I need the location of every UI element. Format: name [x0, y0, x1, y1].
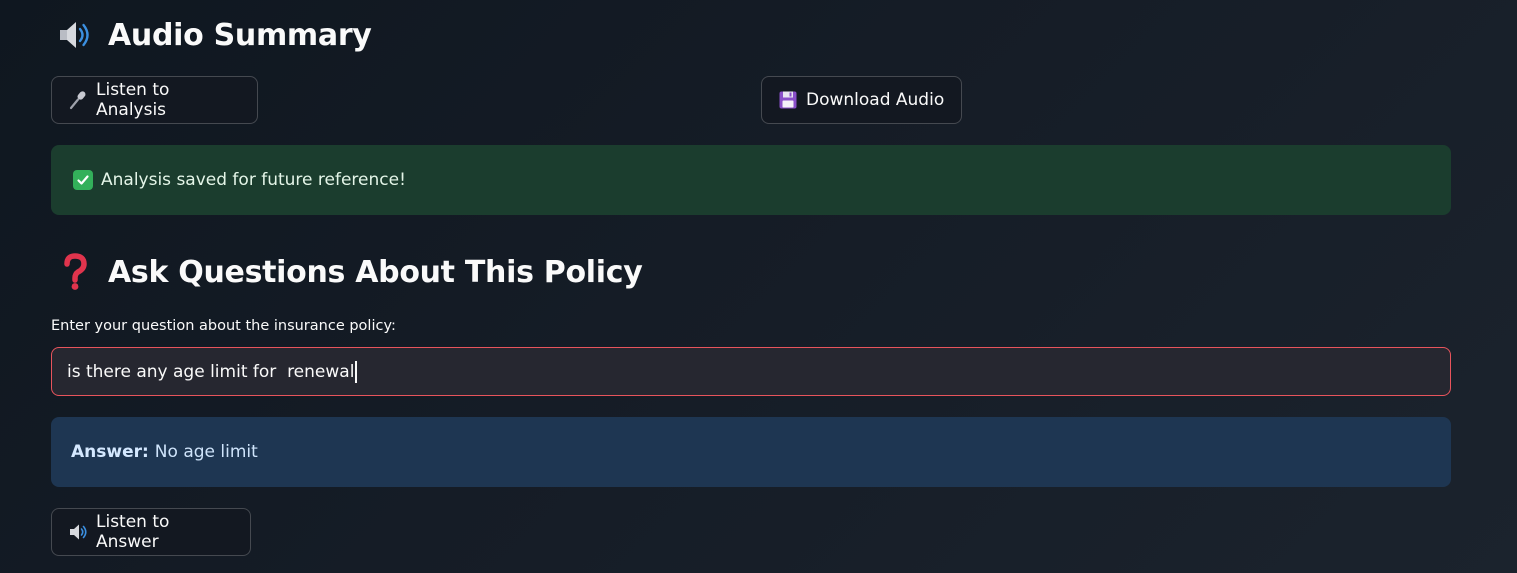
answer-box: Answer: No age limit	[51, 417, 1451, 487]
microphone-icon	[68, 90, 88, 110]
answer-text: No age limit	[154, 442, 258, 462]
success-message: Analysis saved for future reference!	[101, 170, 406, 190]
ask-questions-heading: Ask Questions About This Policy	[56, 250, 643, 294]
question-input[interactable]: is there any age limit for renewal	[67, 362, 354, 382]
question-input-label: Enter your question about the insurance …	[51, 318, 396, 334]
listen-to-analysis-label: Listen to Analysis	[96, 80, 170, 120]
listen-to-answer-button[interactable]: Listen to Answer	[51, 508, 251, 556]
listen-to-analysis-button[interactable]: Listen to Analysis	[51, 76, 258, 124]
download-audio-label: Download Audio	[806, 90, 945, 110]
question-mark-icon	[56, 253, 94, 291]
audio-summary-heading: Audio Summary	[56, 14, 372, 56]
question-input-field[interactable]: is there any age limit for renewal	[51, 347, 1451, 396]
success-alert: Analysis saved for future reference!	[51, 145, 1451, 215]
ask-questions-title: Ask Questions About This Policy	[108, 254, 643, 290]
listen-to-answer-label: Listen to Answer	[96, 512, 170, 552]
answer-label: Answer:	[71, 442, 149, 462]
floppy-disk-icon	[778, 90, 798, 110]
text-cursor	[355, 360, 357, 383]
audio-summary-title: Audio Summary	[108, 17, 372, 53]
speaker-icon	[68, 522, 88, 542]
speaker-icon	[56, 16, 94, 54]
download-audio-button[interactable]: Download Audio	[761, 76, 962, 124]
check-box-icon	[73, 170, 93, 190]
